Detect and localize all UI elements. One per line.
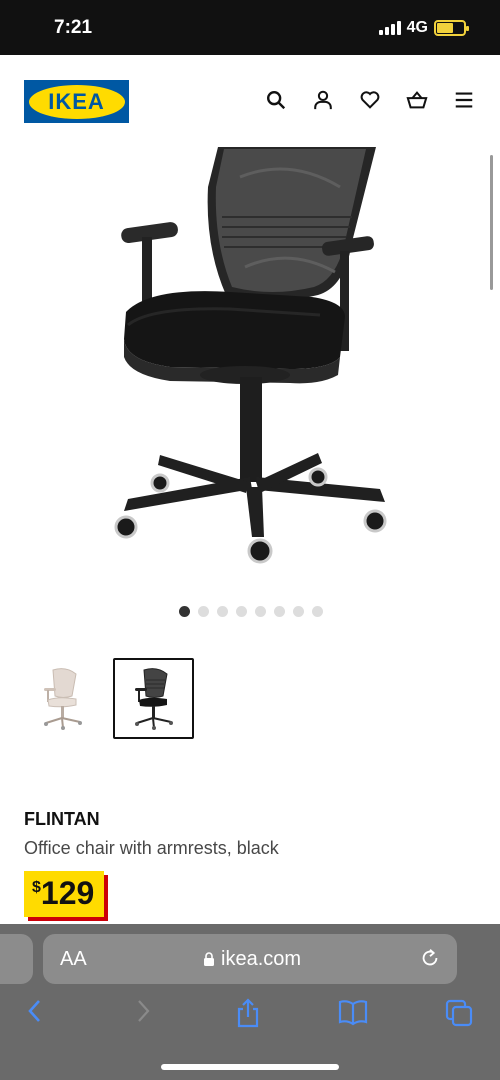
price-tag: $ 129 [24,871,105,917]
url-text: ikea.com [221,948,302,970]
bookmarks-icon[interactable] [337,998,369,1026]
ikea-logo[interactable]: IKEA [24,80,129,123]
image-carousel-dots[interactable] [179,606,323,617]
address-bar[interactable]: AA ikea.com [43,934,457,984]
page-scrollbar[interactable] [490,155,493,290]
network-label: 4G [406,19,428,36]
thumbnail-beige[interactable] [22,658,103,739]
carousel-dot[interactable] [312,606,323,617]
carousel-dot[interactable] [274,606,285,617]
carousel-dot[interactable] [198,606,209,617]
share-icon[interactable] [234,998,262,1028]
beige-chair-image [43,667,82,730]
basket-icon[interactable] [406,89,428,111]
menu-icon[interactable] [453,89,475,111]
logo-text: IKEA [48,88,105,114]
tabs-icon[interactable] [444,998,474,1028]
price-currency: $ [32,879,41,896]
status-indicators: 4G [378,19,469,37]
product-name: FLINTAN [24,809,100,829]
heart-icon[interactable] [359,89,381,111]
back-icon[interactable] [24,998,46,1024]
thumbnail-black[interactable] [113,658,194,739]
user-icon[interactable] [312,89,334,111]
header-nav [265,89,475,111]
carousel-dot[interactable] [217,606,228,617]
carousel-dot[interactable] [236,606,247,617]
battery-icon [434,20,469,36]
status-time: 7:21 [54,17,93,38]
carousel-dot[interactable] [255,606,266,617]
browser-toolbar [0,998,500,1038]
site-header: IKEA [0,55,500,147]
browser-chrome: AA ikea.com [0,924,500,1080]
lock-icon [204,952,214,966]
carousel-dot[interactable] [179,606,190,617]
product-description: Office chair with armrests, black [24,838,279,858]
product-image[interactable] [0,147,500,587]
status-bar: 7:21 4G [0,0,500,55]
price-value: 129 [40,875,95,911]
url-display[interactable]: ikea.com [203,948,301,971]
home-indicator[interactable] [161,1064,339,1070]
black-chair-image [134,667,173,730]
search-icon[interactable] [265,89,287,111]
signal-icon [378,21,401,35]
text-size-button[interactable]: AA [60,948,87,971]
forward-icon[interactable] [132,998,154,1024]
carousel-dot[interactable] [293,606,304,617]
previous-tab-edge[interactable] [0,934,33,984]
color-thumbnails [22,658,194,739]
reload-icon[interactable] [419,947,441,969]
